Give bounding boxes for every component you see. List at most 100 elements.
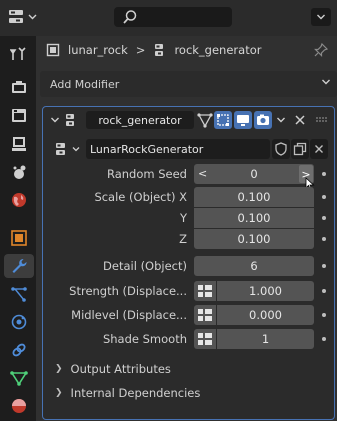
search-icon [123, 10, 137, 24]
header-menu-button[interactable] [311, 8, 331, 26]
tab-particles[interactable] [7, 282, 31, 306]
modifier-wrench-icon [12, 258, 27, 273]
param-value-strength: 1.000 [249, 284, 282, 298]
properties-tab-bar [0, 36, 36, 421]
scene-icon [13, 165, 26, 179]
node-group-field[interactable]: LunarRockGenerator [86, 139, 270, 159]
keyframe-dot[interactable] [322, 337, 326, 341]
chevron-down-icon[interactable] [276, 115, 286, 125]
tab-object-data[interactable] [7, 366, 31, 390]
keyframe-dot[interactable] [322, 216, 326, 220]
param-label-detail: Detail (Object) [103, 259, 187, 273]
modifier-header: rock_generator [43, 107, 334, 133]
shade-smooth-attribute-toggle[interactable] [194, 329, 216, 349]
search-input[interactable] [114, 7, 232, 27]
output-icon [12, 109, 26, 122]
add-modifier-label: Add Modifier [50, 77, 120, 91]
monitor-icon [237, 115, 249, 126]
tab-constraints[interactable] [7, 338, 31, 362]
shade-smooth-field[interactable]: 1 [217, 329, 314, 349]
camera-icon [257, 114, 269, 125]
param-label-scale-z: Z [179, 232, 187, 246]
unlink-button[interactable] [310, 139, 328, 159]
properties-editor-icon [9, 10, 23, 23]
editor-type-button[interactable] [8, 8, 40, 26]
strength-field[interactable]: 1.000 [217, 281, 314, 301]
param-label-scale-x: Scale (Object) X [94, 190, 187, 204]
tab-output[interactable] [7, 104, 31, 128]
keyframe-dot[interactable] [322, 289, 326, 293]
render-toggle[interactable] [254, 111, 272, 129]
close-icon[interactable] [294, 114, 306, 126]
param-value-random-seed: 0 [250, 167, 258, 181]
tab-view-layer[interactable] [7, 132, 31, 156]
tab-modifiers[interactable] [4, 254, 34, 278]
viewport-toggle[interactable] [234, 111, 252, 129]
world-icon [12, 193, 26, 207]
geometry-nodes-icon [155, 44, 164, 56]
tab-object[interactable] [7, 226, 31, 250]
fake-user-button[interactable] [272, 139, 290, 159]
tab-tool[interactable] [7, 42, 31, 66]
breadcrumb-object: lunar_rock [68, 43, 128, 57]
edit-mode-vertex-icon[interactable] [197, 112, 213, 128]
add-modifier-button[interactable]: Add Modifier [40, 71, 337, 97]
shield-icon [275, 142, 287, 156]
drag-handle-icon[interactable] [315, 116, 327, 124]
modifier-name: rock_generator [98, 113, 182, 127]
keyframe-dot[interactable] [322, 237, 326, 241]
input-attribute-toggle-icon [198, 309, 212, 321]
param-value-detail: 6 [250, 259, 258, 273]
chevron-down-icon [72, 147, 80, 152]
view-layer-icon [12, 137, 26, 151]
decrement-arrow-icon[interactable]: < [198, 167, 207, 180]
modifier-name-field[interactable]: rock_generator [86, 111, 194, 129]
pin-icon[interactable] [313, 42, 329, 58]
chevron-down-icon [317, 14, 325, 20]
param-label-random-seed: Random Seed [106, 167, 187, 181]
keyframe-dot[interactable] [322, 172, 326, 176]
subpanel-label: Internal Dependencies [70, 386, 201, 400]
param-label-scale-y: Y [179, 211, 187, 225]
keyframe-dot[interactable] [322, 313, 326, 317]
duplicate-icon [293, 142, 307, 156]
subpanel-output-attributes[interactable]: ❯ Output Attributes [55, 359, 171, 379]
tab-render[interactable] [7, 76, 31, 100]
keyframe-dot[interactable] [322, 195, 326, 199]
keyframe-dot[interactable] [322, 264, 326, 268]
scale-y-field[interactable]: 0.100 [194, 208, 314, 228]
scale-z-field[interactable]: 0.100 [194, 229, 314, 249]
random-seed-field[interactable]: < 0 > [194, 164, 314, 184]
param-value-scale-y: 0.100 [237, 211, 271, 225]
mesh-object-icon [46, 43, 60, 57]
node-group-type-dropdown[interactable] [54, 139, 84, 159]
tab-physics[interactable] [7, 310, 31, 334]
tab-material[interactable] [7, 394, 31, 418]
subpanel-label: Output Attributes [70, 362, 171, 376]
tab-world[interactable] [7, 188, 31, 212]
strength-attribute-toggle[interactable] [194, 281, 216, 301]
input-attribute-toggle-icon [198, 285, 212, 297]
scale-x-field[interactable]: 0.100 [194, 187, 314, 207]
node-group-name: LunarRockGenerator [90, 142, 204, 156]
breadcrumb-modifier: rock_generator [174, 43, 262, 57]
duplicate-button[interactable] [291, 139, 309, 159]
tab-scene[interactable] [7, 160, 31, 184]
edit-mode-toggle[interactable] [214, 111, 232, 129]
midlevel-field[interactable]: 0.000 [217, 305, 314, 325]
properties-main-area: lunar_rock > rock_generator Add Modifier [36, 36, 337, 421]
material-icon [12, 399, 26, 413]
geometry-nodes-icon [66, 114, 74, 126]
breadcrumb-separator: > [135, 43, 146, 57]
physics-icon [11, 314, 27, 330]
midlevel-attribute-toggle[interactable] [194, 305, 216, 325]
param-value-midlevel: 0.000 [249, 308, 282, 322]
subpanel-internal-dependencies[interactable]: ❯ Internal Dependencies [55, 383, 200, 403]
breadcrumb: lunar_rock > rock_generator [36, 36, 337, 64]
tool-icon [10, 47, 26, 60]
expand-chevron-icon: ❯ [55, 364, 63, 374]
chevron-down-icon [28, 14, 37, 20]
collapse-chevron-icon[interactable] [50, 115, 60, 125]
particles-icon [11, 287, 27, 302]
detail-field[interactable]: 6 [194, 256, 314, 276]
